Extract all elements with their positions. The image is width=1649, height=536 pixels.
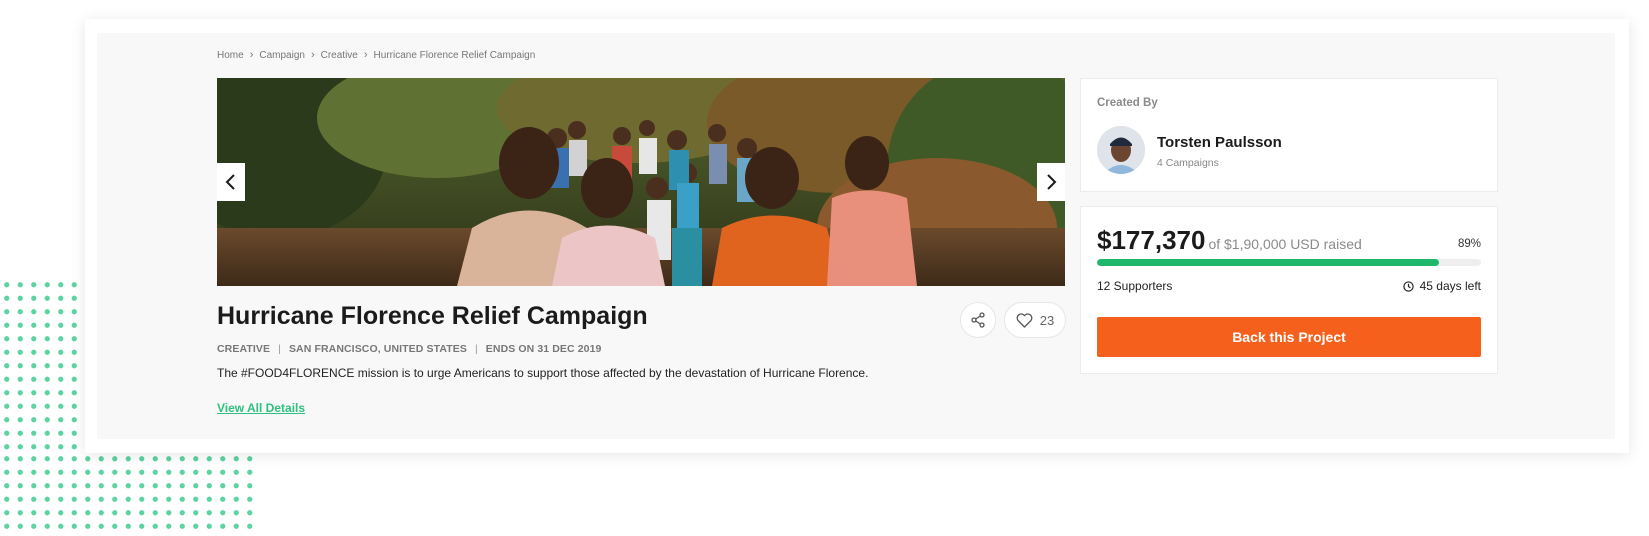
campaign-location: SAN FRANCISCO, UNITED STATES [288,343,467,355]
funding-card: $177,370 of $1,90,000 USD raised 89% 12 S… [1080,206,1498,374]
hero-photo [217,78,1065,286]
chevron-left-icon [225,174,235,190]
chevron-right-icon [1047,174,1057,190]
like-count: 23 [1039,312,1055,328]
carousel-prev-button[interactable] [217,163,245,201]
days-left-text: 45 days left [1419,279,1481,293]
breadcrumb-home[interactable]: Home [217,50,244,61]
campaign-end-date: ENDS ON 31 DEC 2019 [485,343,602,355]
avatar[interactable] [1097,126,1145,174]
breadcrumb-current: Hurricane Florence Relief Campaign [373,49,536,61]
breadcrumb: Home › Campaign › Creative › Hurricane F… [217,49,535,61]
campaign-title: Hurricane Florence Relief Campaign [217,302,648,330]
days-left: 45 days left [1402,279,1481,293]
campaign-description: The #FOOD4FLORENCE mission is to urge Am… [217,366,869,380]
like-button[interactable]: 23 [1004,302,1066,338]
supporters-count: 12 Supporters [1097,279,1173,293]
raised-amount: $177,370 [1097,225,1206,255]
campaign-meta: CREATIVE | SAN FRANCISCO, UNITED STATES | EN… [217,343,601,355]
campaign-category: CREATIVE [217,343,271,355]
carousel-next-button[interactable] [1037,163,1065,201]
chevron-right-icon: › [249,49,254,61]
heart-icon [1016,312,1033,328]
divider: | [278,343,281,355]
campaign-hero-image [217,78,1065,286]
goal-text: of $1,90,000 USD raised [1208,236,1362,252]
chevron-right-icon: › [363,49,368,61]
creator-campaign-count: 4 Campaigns [1157,157,1219,169]
clock-icon [1402,280,1414,292]
funded-percent: 89% [1457,238,1481,250]
creator-avatar-image [1097,126,1145,174]
creator-name[interactable]: Torsten Paulsson [1157,134,1282,151]
creator-card: Created By Torsten Paulsson 4 Campaigns [1080,78,1498,192]
created-by-label: Created By [1097,97,1158,109]
back-project-button[interactable]: Back this Project [1097,317,1481,357]
raised-row: $177,370 of $1,90,000 USD raised [1097,225,1362,256]
breadcrumb-creative[interactable]: Creative [321,50,358,61]
view-all-details-link[interactable]: View All Details [217,401,305,415]
progress-bar [1097,259,1481,266]
decorative-dot-pattern [0,452,256,536]
share-icon [971,312,985,328]
progress-bar-fill [1097,259,1439,266]
chevron-right-icon: › [310,49,315,61]
breadcrumb-campaign[interactable]: Campaign [259,50,305,61]
share-button[interactable] [960,302,996,338]
decorative-dot-pattern [0,278,90,454]
divider: | [474,343,478,355]
